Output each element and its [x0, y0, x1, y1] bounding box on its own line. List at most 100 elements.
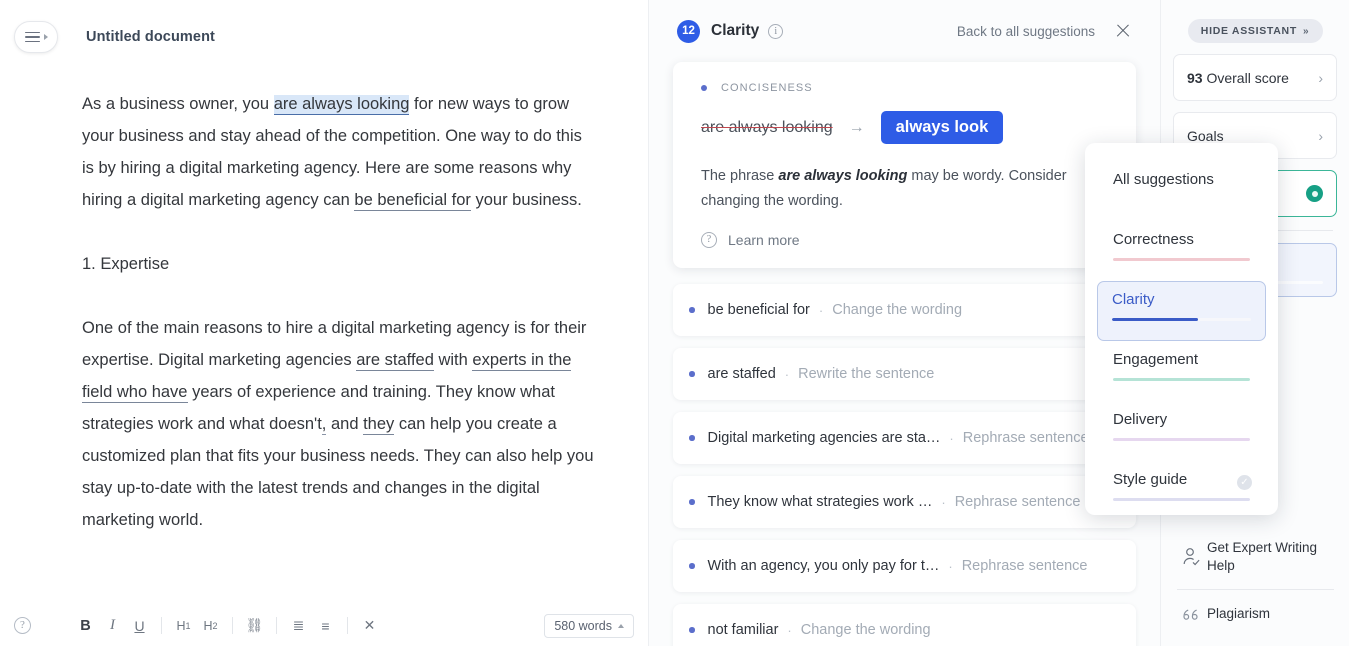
suggestion-dot-icon — [689, 307, 695, 313]
word-count-button[interactable]: 580 words — [544, 614, 634, 638]
plagiarism-label: Plagiarism — [1207, 605, 1270, 623]
double-chevron-right-icon: » — [1303, 26, 1309, 37]
hamburger-menu-icon[interactable] — [14, 21, 58, 53]
filter-progress-fill — [1113, 438, 1250, 441]
underlined-suggestion-text[interactable]: be beneficial for — [354, 191, 471, 211]
explanation-emphasis: are always looking — [778, 168, 907, 184]
text-run: and — [326, 415, 363, 433]
h1-letter: H — [176, 619, 185, 633]
suggestion-separator: · — [949, 431, 953, 446]
filter-option-correctness[interactable]: Correctness — [1099, 221, 1264, 281]
toolbar-divider — [276, 617, 277, 634]
suggestion-dot-icon — [689, 371, 695, 377]
text-run: with — [434, 351, 473, 369]
suggestion-separator: · — [819, 303, 823, 318]
close-icon[interactable] — [1114, 22, 1132, 40]
suggestion-dot-icon — [689, 499, 695, 505]
suggestion-count-badge[interactable]: 12 — [677, 20, 700, 43]
editor-pane: Untitled document As a business owner, y… — [0, 0, 648, 646]
text-run: As a business owner, you — [82, 95, 274, 113]
list-item[interactable]: be beneficial for·Change the wording — [673, 284, 1136, 336]
document-body[interactable]: As a business owner, you are always look… — [0, 60, 648, 536]
filter-progress-fill — [1113, 258, 1250, 261]
filter-option-style-guide[interactable]: Style guide✓ — [1099, 461, 1264, 521]
filter-progress-fill — [1113, 378, 1250, 381]
person-check-icon — [1177, 545, 1207, 569]
filter-progress-bar — [1113, 438, 1250, 441]
underline-button[interactable]: U — [127, 613, 152, 638]
paragraph-heading: 1. Expertise — [82, 248, 598, 280]
bullet-list-icon[interactable]: ≡ — [313, 613, 338, 638]
plagiarism-button[interactable]: Plagiarism — [1173, 596, 1338, 632]
filter-option-delivery[interactable]: Delivery — [1099, 401, 1264, 461]
chevron-right-icon: › — [1318, 128, 1323, 144]
highlighted-suggestion-text[interactable]: are always looking — [274, 95, 410, 115]
question-mark-icon: ? — [701, 232, 717, 248]
suggestions-pane: 12 Clarity i Back to all suggestions CON… — [648, 0, 1160, 646]
heading-2-button[interactable]: H2 — [198, 613, 223, 638]
filter-progress-bar — [1113, 258, 1250, 261]
filter-dropdown-list: All suggestions Correctness Clarity Engagem… — [1085, 161, 1278, 521]
suggestions-filter-title[interactable]: Clarity — [711, 22, 759, 40]
text-run: your business. — [471, 191, 582, 209]
paragraph-2: One of the main reasons to hire a digita… — [82, 312, 598, 536]
toolbar-divider — [347, 617, 348, 634]
hide-assistant-label: HIDE ASSISTANT — [1201, 25, 1297, 37]
filter-option-clarity[interactable]: Clarity — [1097, 281, 1266, 341]
back-to-all-suggestions-link[interactable]: Back to all suggestions — [957, 24, 1095, 39]
suggestion-action: Change the wording — [801, 622, 931, 638]
filter-option-label: Correctness — [1113, 231, 1250, 248]
filter-progress-fill — [1112, 318, 1198, 321]
get-expert-writing-help-button[interactable]: Get Expert Writing Help — [1173, 531, 1338, 583]
filter-option-all-suggestions[interactable]: All suggestions — [1099, 161, 1264, 221]
original-text: are always looking — [701, 119, 833, 137]
help-button[interactable]: ? — [14, 617, 31, 634]
suggestion-action: Rephrase sentence — [963, 430, 1089, 446]
filter-option-engagement[interactable]: Engagement — [1099, 341, 1264, 401]
score-value: 93 — [1187, 70, 1203, 86]
sidebar-footer: Get Expert Writing Help Plagiarism — [1173, 531, 1338, 632]
accept-replacement-button[interactable]: always look — [881, 111, 1004, 144]
italic-button[interactable]: I — [100, 613, 125, 638]
toolbar-divider — [161, 617, 162, 634]
list-item[interactable]: Digital marketing agencies are sta…·Reph… — [673, 412, 1136, 464]
list-item[interactable]: not familiar·Change the wording — [673, 604, 1136, 646]
numbered-list-icon[interactable]: ≣ — [286, 613, 311, 638]
filter-option-label: Delivery — [1113, 411, 1250, 428]
active-suggestion-card: CONCISENESS are always looking → always … — [673, 62, 1136, 268]
bold-button[interactable]: B — [73, 613, 98, 638]
explanation-text: The phrase are always looking may be wor… — [701, 164, 1093, 214]
list-item[interactable]: are staffed·Rewrite the sentence — [673, 348, 1136, 400]
category-label: CONCISENESS — [721, 82, 813, 94]
learn-more-label: Learn more — [728, 232, 800, 248]
list-item[interactable]: With an agency, you only pay for t…·Reph… — [673, 540, 1136, 592]
score-label: Overall score — [1203, 70, 1289, 86]
h2-letter: H — [203, 619, 212, 633]
h2-sub: 2 — [213, 621, 218, 631]
suggestion-text: With an agency, you only pay for t… — [708, 558, 940, 574]
underlined-suggestion-text[interactable]: are staffed — [356, 351, 434, 371]
editor-toolbar: ? B I U H1 H2 ⛓ ≣ ≡ ✕ 580 words — [0, 605, 648, 646]
overall-score-card[interactable]: 93 Overall score › — [1173, 54, 1337, 101]
list-item[interactable]: They know what strategies work …·Rephras… — [673, 476, 1136, 528]
hide-assistant-button[interactable]: HIDE ASSISTANT » — [1188, 19, 1323, 43]
chevron-right-icon — [44, 34, 48, 40]
suggestion-dot-icon — [689, 563, 695, 569]
check-circle-icon: ✓ — [1237, 475, 1252, 490]
info-icon[interactable]: i — [768, 24, 783, 39]
suggestion-action: Rephrase sentence — [955, 494, 1081, 510]
suggestion-action: Rewrite the sentence — [798, 366, 934, 382]
clear-formatting-icon[interactable]: ✕ — [357, 613, 382, 638]
learn-more-link[interactable]: ? Learn more — [701, 232, 1110, 248]
filter-dropdown-menu: All suggestions Correctness Clarity Engagem… — [1085, 143, 1278, 515]
filter-progress-bar — [1113, 378, 1250, 381]
quotation-marks-icon — [1177, 604, 1207, 624]
filter-progress-bar — [1112, 318, 1251, 321]
heading-1-button[interactable]: H1 — [171, 613, 196, 638]
filter-option-label: Clarity — [1112, 291, 1251, 308]
chevron-up-icon — [618, 624, 624, 628]
underlined-suggestion-text[interactable]: they — [363, 415, 394, 435]
expert-help-label: Get Expert Writing Help — [1207, 539, 1334, 575]
hamburger-lines — [25, 32, 40, 43]
link-icon[interactable]: ⛓ — [242, 613, 267, 638]
